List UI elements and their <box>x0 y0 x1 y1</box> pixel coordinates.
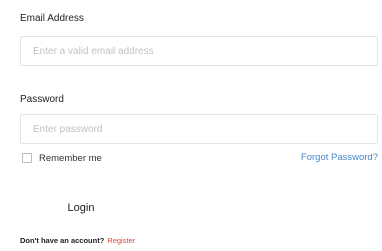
remember-me-row[interactable]: Remember me <box>22 151 102 165</box>
email-label: Email Address <box>20 13 84 24</box>
password-label: Password <box>20 94 64 105</box>
login-button[interactable]: Login <box>52 196 110 220</box>
remember-me-label[interactable]: Remember me <box>39 153 102 164</box>
login-form: Email Address Password Remember me Forgo… <box>0 0 382 251</box>
register-link[interactable]: Register <box>107 236 135 245</box>
password-field[interactable] <box>20 114 378 144</box>
signup-prompt-row: Don't have an account? Register <box>20 236 135 245</box>
forgot-password-link[interactable]: Forgot Password? <box>301 152 378 163</box>
email-field[interactable] <box>20 36 378 66</box>
signup-prompt-text: Don't have an account? <box>20 236 105 245</box>
remember-me-checkbox[interactable] <box>22 153 32 163</box>
